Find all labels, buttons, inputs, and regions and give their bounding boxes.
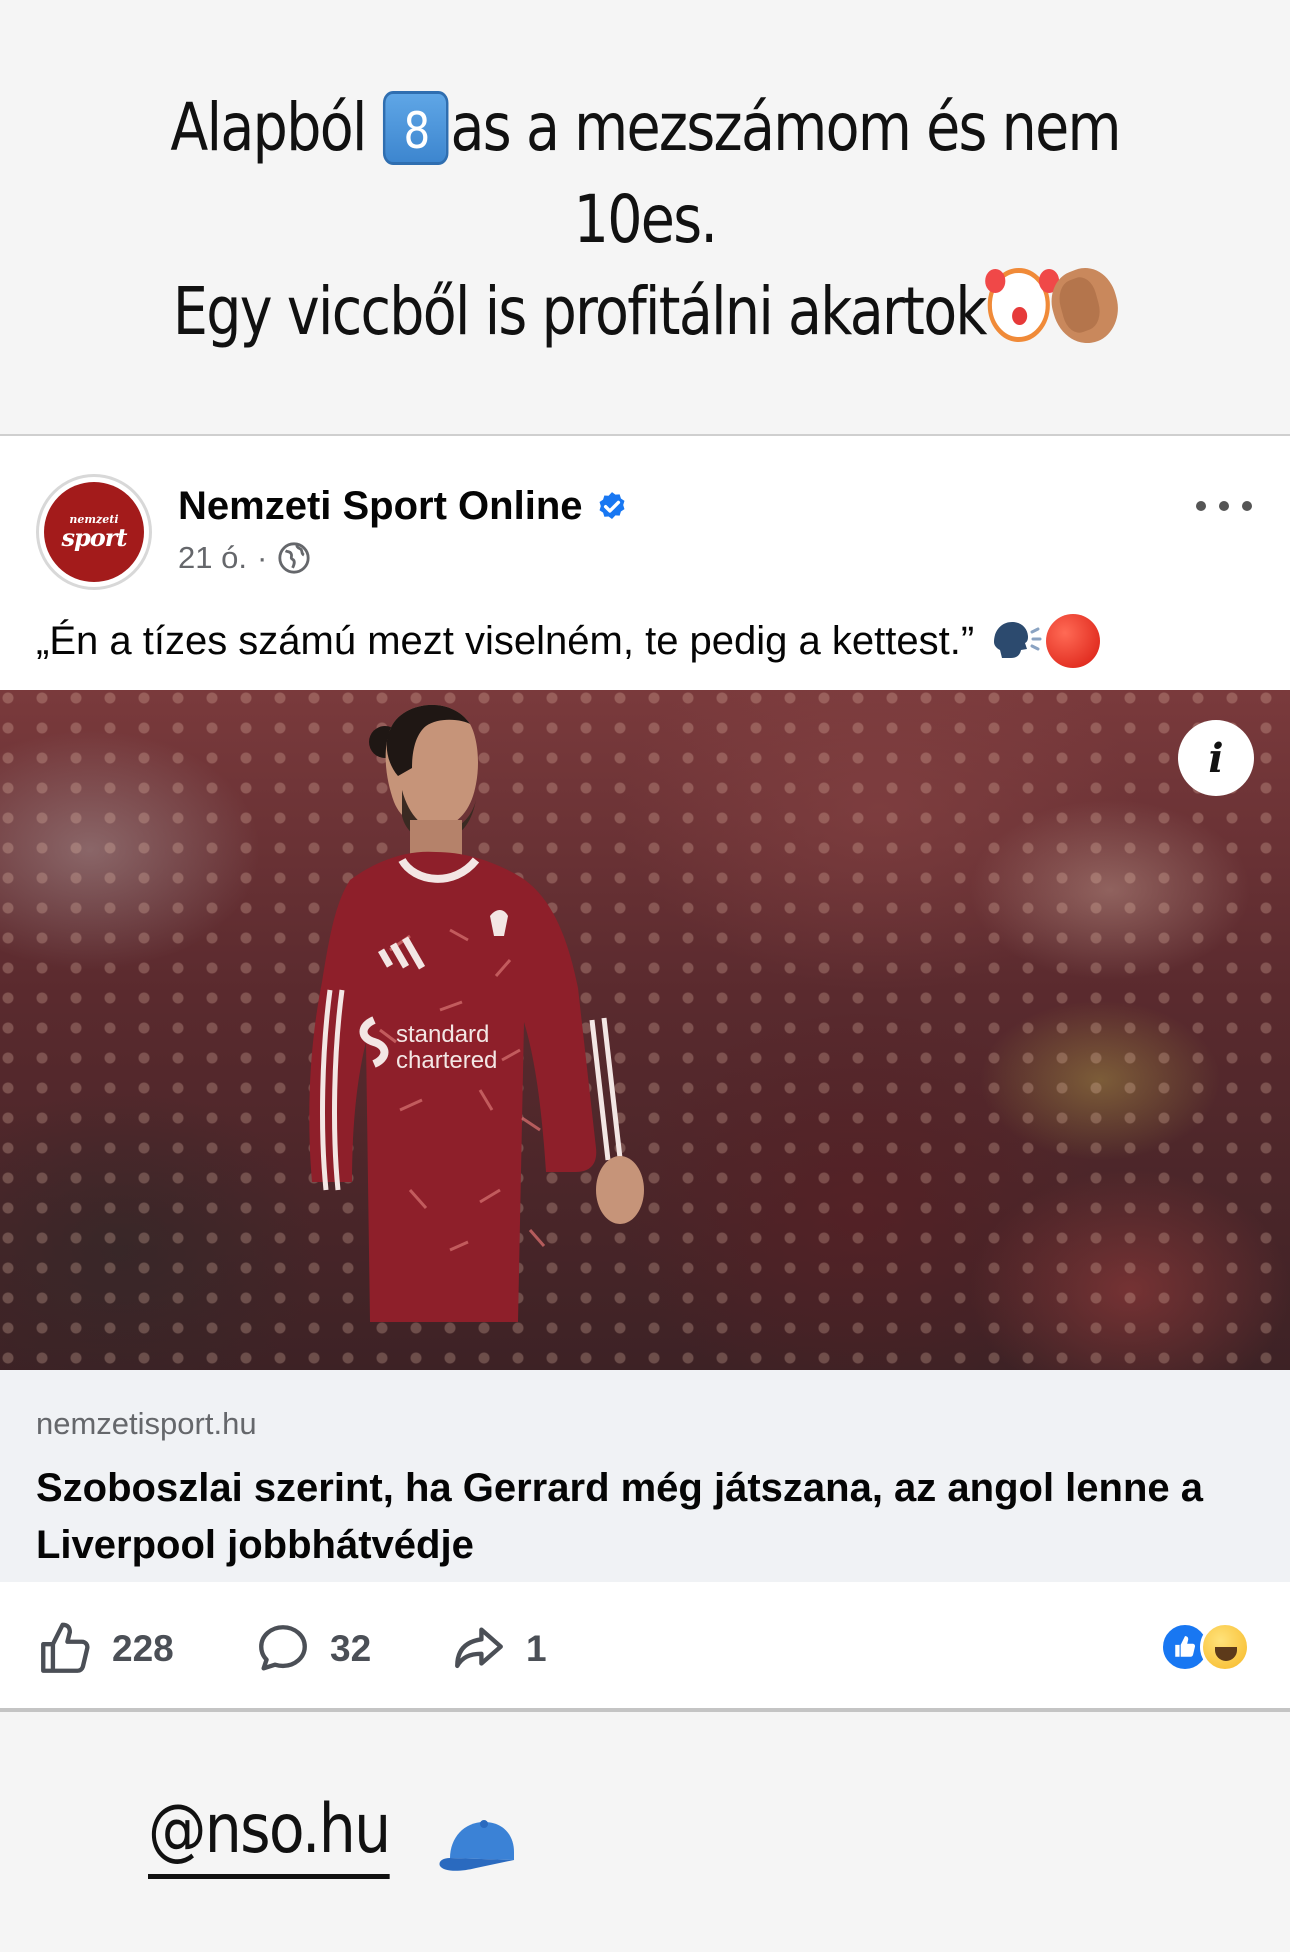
story-caption: Alapból 8 as a mezszámom és nem 10es. Egy…	[0, 0, 1290, 434]
caption-line-2: 10es.	[573, 181, 718, 258]
verified-badge-icon	[599, 491, 624, 519]
share-count: 1	[526, 1628, 547, 1669]
post-text-body: „Én a tízes számú mezt viselném, te pedi…	[36, 618, 975, 663]
globe-icon	[278, 542, 310, 574]
player-figure: standard chartered	[309, 704, 644, 1322]
like-button[interactable]: 228	[36, 1620, 174, 1678]
avatar-logo: nemzeti sport	[44, 482, 144, 582]
share-button[interactable]: 1	[450, 1620, 547, 1678]
cap-icon	[439, 1820, 514, 1871]
like-count: 228	[112, 1628, 174, 1669]
haha-reaction-icon	[1200, 1622, 1250, 1672]
clapping-hands-icon	[1044, 258, 1126, 354]
link-domain: nemzetisport.hu	[36, 1406, 257, 1441]
post-text: „Én a tízes számú mezt viselném, te pedi…	[36, 614, 1101, 668]
page-name[interactable]: Nemzeti Sport Online	[178, 484, 583, 529]
speaking-head-icon	[994, 622, 1042, 658]
page-name-link[interactable]: Nemzeti Sport Online	[178, 484, 629, 529]
post-time[interactable]: 21 ó.	[178, 540, 247, 576]
more-options-icon[interactable]	[1196, 486, 1252, 526]
clown-face-icon	[985, 268, 1050, 342]
post-meta: 21 ó. ·	[178, 540, 311, 576]
avatar-logo-bottom: sport	[61, 523, 127, 552]
comment-count: 32	[330, 1628, 372, 1669]
comment-icon	[259, 1625, 307, 1671]
post-header: nemzeti sport Nemzeti Sport Online 21 ó.…	[0, 436, 1290, 596]
page-avatar[interactable]: nemzeti sport	[36, 474, 152, 590]
caption-line-1-end: as a mezszámom és nem	[450, 89, 1121, 166]
meta-separator: ·	[256, 540, 268, 575]
jersey-sponsor: standard	[396, 1021, 489, 1048]
post-photo[interactable]: standard chartered i	[0, 690, 1290, 1370]
link-title[interactable]: Szoboszlai szerint, ha Gerrard még játsz…	[36, 1460, 1236, 1574]
post-actions: 228 32 1	[0, 1582, 1290, 1710]
red-circle-icon	[1046, 614, 1101, 668]
info-button-icon[interactable]: i	[1178, 720, 1254, 796]
caption-line-1-start: Alapból	[170, 89, 382, 166]
reaction-summary[interactable]	[1160, 1622, 1260, 1672]
thumbs-up-icon	[41, 1622, 90, 1673]
facebook-post: nemzeti sport Nemzeti Sport Online 21 ó.…	[0, 434, 1290, 1712]
link-preview[interactable]: nemzetisport.hu Szoboszlai szerint, ha G…	[0, 1370, 1290, 1582]
comment-button[interactable]: 32	[254, 1620, 371, 1678]
mention-sticker[interactable]: @nso.hu	[148, 1790, 391, 1879]
caption-line-3: Egy viccből is profitálni akartok	[172, 258, 1126, 358]
caption-line-3-text: Egy viccből is profitálni akartok	[172, 273, 988, 350]
share-arrow-icon	[455, 1627, 503, 1669]
keycap-eight-icon: 8	[383, 91, 449, 165]
caption-line-1: Alapból 8 as a mezszámom és nem	[170, 82, 1121, 174]
svg-text:chartered: chartered	[396, 1047, 497, 1074]
